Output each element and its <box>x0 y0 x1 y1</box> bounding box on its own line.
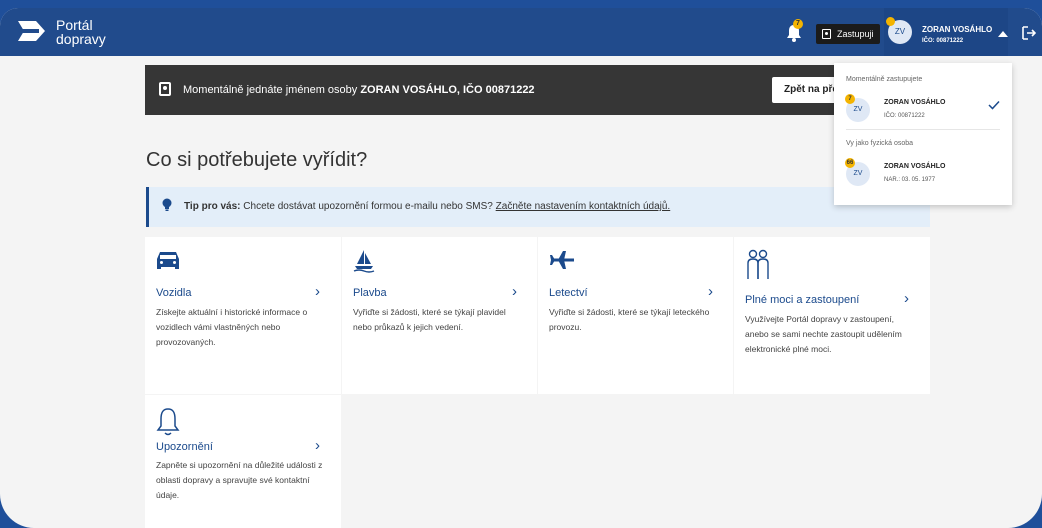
people-icon <box>747 249 769 279</box>
user-ico: IČO: 00871222 <box>922 38 964 44</box>
sailboat-icon <box>353 250 375 273</box>
portal-logo[interactable]: Portál dopravy <box>14 18 106 46</box>
card-description: Využívejte Portál dopravy v zastoupení, … <box>745 314 902 354</box>
dropdown-entity-birthdate: NAR.: 03. 05. 1977 <box>884 177 936 183</box>
avatar-badge <box>886 17 895 26</box>
card-description: Získejte aktuální i historické informace… <box>156 307 308 347</box>
card-title: Vozidla <box>156 287 192 299</box>
card-title: Plavba <box>353 287 387 299</box>
card-description: Vyřiďte si žádosti, které se týkají lete… <box>549 307 710 332</box>
card-title: Plné moci a zastoupení <box>745 294 860 306</box>
bell-icon <box>156 408 180 436</box>
app-window: Portál dopravy 7 Zastupuji ZV ZORAN VOSÁ… <box>0 8 1042 528</box>
dropdown-badge: 7 <box>845 94 855 104</box>
car-icon <box>157 252 179 269</box>
card-description: Vyřiďte si žádosti, které se týkají plav… <box>353 307 506 332</box>
card-description: Zapněte si upozornění na důležité událos… <box>156 460 323 500</box>
logout-icon[interactable] <box>1022 26 1036 40</box>
id-badge-icon <box>159 82 171 96</box>
logo-line-1: Portál <box>56 17 93 33</box>
chevron-right-icon: › <box>512 283 517 300</box>
representation-text: Momentálně jednáte jménem osoby ZORAN VO… <box>183 84 535 96</box>
logo-line-2: dopravy <box>56 31 106 47</box>
representation-bar: Momentálně jednáte jménem osoby ZORAN VO… <box>145 65 930 115</box>
representation-prefix: Momentálně jednáte jménem osoby <box>183 84 358 96</box>
dropdown-section-self: Vy jako fyzická osoba <box>846 140 914 147</box>
dropdown-entity-ico: IČO: 00871222 <box>884 113 925 119</box>
tip-body: Chcete dostávat upozornění formou e-mail… <box>243 201 493 212</box>
representation-name: ZORAN VOSÁHLO, IČO 00871222 <box>360 84 535 96</box>
card-title: Upozornění <box>156 441 213 453</box>
card-title: Letectví <box>549 287 588 299</box>
page-title: Co si potřebujete vyřídit? <box>146 149 368 171</box>
card-letectvi[interactable]: Letectví › Vyřiďte si žádosti, které se … <box>538 237 733 394</box>
dropdown-badge: 66 <box>845 158 855 168</box>
caret-up-icon <box>998 31 1008 37</box>
dropdown-divider <box>846 129 1000 130</box>
checkmark-icon <box>988 100 1000 110</box>
top-bar: Portál dopravy 7 Zastupuji ZV ZORAN VOSÁ… <box>0 8 1042 56</box>
user-menu-toggle[interactable]: ZV ZORAN VOSÁHLO IČO: 00871222 <box>884 8 1008 56</box>
notification-badge: 7 <box>793 19 803 29</box>
representation-dropdown: Momentálně zastupujete ZV 7 ZORAN VOSÁHL… <box>834 63 1012 205</box>
zastupuji-label: Zastupuji <box>837 29 874 39</box>
user-name: ZORAN VOSÁHLO <box>922 25 993 34</box>
dropdown-section-current: Momentálně zastupujete <box>846 76 923 83</box>
tip-text: Tip pro vás: Chcete dostávat upozornění … <box>184 201 670 212</box>
id-card-icon <box>822 29 831 39</box>
card-upozorneni[interactable]: Upozornění › Zapněte si upozornění na dů… <box>145 395 341 528</box>
card-vozidla[interactable]: Vozidla › Získejte aktuální i historické… <box>145 237 341 394</box>
dropdown-entity-name: ZORAN VOSÁHLO <box>884 163 946 170</box>
chevron-right-icon: › <box>315 437 320 454</box>
chevron-right-icon: › <box>904 290 909 307</box>
lightbulb-icon <box>162 198 172 211</box>
chevron-right-icon: › <box>315 283 320 300</box>
tip-banner: Tip pro vás: Chcete dostávat upozornění … <box>146 187 930 227</box>
airplane-icon <box>550 251 574 269</box>
tip-link[interactable]: Začněte nastavením kontaktních údajů. <box>496 201 671 212</box>
card-plne-moci[interactable]: Plné moci a zastoupení › Využívejte Port… <box>734 237 930 394</box>
zastupuji-button[interactable]: Zastupuji <box>816 24 880 44</box>
dropdown-entity-name: ZORAN VOSÁHLO <box>884 99 946 106</box>
tip-label: Tip pro vás: <box>184 201 241 212</box>
chevron-right-icon: › <box>708 283 713 300</box>
logo-icon <box>18 21 45 41</box>
card-plavba[interactable]: Plavba › Vyřiďte si žádosti, které se tý… <box>342 237 537 394</box>
